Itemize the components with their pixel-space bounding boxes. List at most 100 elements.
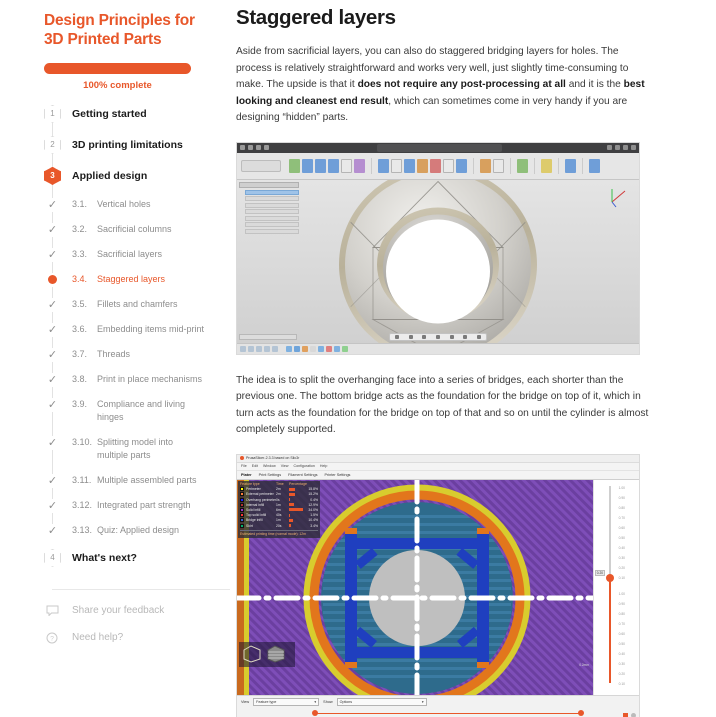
cad-timeline-bar[interactable] — [237, 342, 639, 354]
sketch-icon[interactable] — [289, 158, 300, 173]
menu-view[interactable]: View — [281, 464, 289, 468]
menu-help[interactable]: Help — [320, 464, 327, 468]
sidebar-item-3-13[interactable]: ✓ 3.13. Quiz: Applied design — [44, 523, 206, 538]
timeline-last-icon[interactable] — [272, 345, 278, 352]
timeline-feature-3[interactable] — [302, 345, 308, 352]
display-settings-icon[interactable] — [449, 334, 454, 339]
cad-browser-tree[interactable] — [239, 181, 299, 236]
timeline-prev-icon[interactable] — [248, 345, 254, 352]
filament-icon[interactable] — [623, 712, 628, 717]
legend-row[interactable]: Internal infill 1m 12.9% — [240, 502, 318, 507]
rigid-group-icon[interactable] — [493, 158, 504, 173]
tab-print-settings[interactable]: Print Settings — [259, 473, 282, 477]
legend-row[interactable]: Top solid infill 40s 1.5% — [240, 513, 318, 518]
show-select[interactable]: Options ▾ — [336, 698, 427, 707]
insert-mcmaster-icon[interactable] — [565, 158, 576, 173]
timeline-feature-8[interactable] — [342, 345, 348, 352]
timeline-play-icon[interactable] — [256, 345, 262, 352]
timeline-feature-5[interactable] — [318, 345, 324, 352]
sidebar-item-3-3[interactable]: ✓ 3.3. Sacrificial layers — [44, 247, 206, 262]
shell-icon[interactable] — [404, 158, 415, 173]
cad-document-tab[interactable] — [377, 143, 502, 152]
select-icon[interactable] — [589, 158, 600, 173]
sidebar-item-3-6[interactable]: ✓ 3.6. Embedding items mid-print — [44, 322, 206, 337]
layer-slider-track[interactable] — [609, 485, 611, 683]
help-icon[interactable] — [623, 144, 628, 150]
timeline-first-icon[interactable] — [240, 345, 246, 352]
browser-node-construction[interactable] — [245, 228, 299, 234]
legend-row[interactable]: Skirt 20s 3.4% — [240, 523, 318, 528]
browser-node-document-settings[interactable] — [245, 196, 299, 202]
zoom-icon[interactable] — [422, 334, 427, 339]
view-cube-icon[interactable] — [607, 186, 633, 208]
slicer-layer-slider-panel[interactable]: 0.20 1.00 0.90 0.80 0.70 0.60 0.50 0.40 … — [593, 479, 639, 695]
save-icon[interactable] — [248, 145, 253, 151]
figure-cad-screenshot[interactable] — [236, 141, 640, 355]
measure-icon[interactable] — [541, 158, 552, 173]
sidebar-section-getting-started[interactable]: 1 Getting started — [44, 105, 206, 123]
combine-icon[interactable] — [443, 158, 454, 173]
cad-view-navigation-bar[interactable] — [389, 332, 487, 341]
sidebar-section-applied-design[interactable]: 3 Applied design — [44, 167, 206, 185]
gear-icon[interactable] — [631, 713, 636, 717]
cad-comments-panel[interactable] — [239, 333, 297, 340]
menu-window[interactable]: Window — [263, 464, 276, 468]
loft-icon[interactable] — [341, 158, 352, 173]
sidebar-item-3-10[interactable]: ✓ 3.10. Splitting model into multiple pa… — [44, 435, 206, 463]
need-help-link[interactable]: ? Need help? — [44, 631, 206, 645]
timeline-next-icon[interactable] — [264, 345, 270, 352]
browser-node-origin[interactable] — [245, 209, 299, 215]
sweep-icon[interactable] — [328, 158, 339, 173]
orbit-icon[interactable] — [394, 334, 399, 339]
legend-row[interactable]: Bridge infill 1m 10.4% — [240, 518, 318, 523]
grid-snap-icon[interactable] — [463, 334, 468, 339]
timeline-feature-7[interactable] — [334, 345, 340, 352]
sidebar-item-3-9[interactable]: ✓ 3.9. Compliance and living hinges — [44, 397, 206, 425]
cad-workspace-selector[interactable] — [241, 159, 281, 172]
menu-file[interactable]: File — [241, 464, 247, 468]
tab-printer-settings[interactable]: Printer Settings — [325, 473, 351, 477]
tab-filament-settings[interactable]: Filament Settings — [288, 473, 317, 477]
browser-root-node[interactable] — [245, 189, 299, 195]
sidebar-section-3d-printing-limitations[interactable]: 2 3D printing limitations — [44, 136, 206, 154]
joint-icon[interactable] — [480, 158, 491, 173]
timeline-feature-2[interactable] — [294, 345, 300, 352]
sidebar-item-3-5[interactable]: ✓ 3.5. Fillets and chamfers — [44, 297, 206, 312]
viewports-icon[interactable] — [477, 334, 482, 339]
tab-plater[interactable]: Plater — [241, 473, 252, 477]
timeline-feature-1[interactable] — [286, 345, 292, 352]
figure-slicer-screenshot[interactable]: PrusaSlicer-2.3.3 based on Slic3r File E… — [236, 453, 640, 717]
browser-node-sketches[interactable] — [245, 222, 299, 228]
scale-icon[interactable] — [430, 158, 441, 173]
press-pull-icon[interactable] — [378, 158, 389, 173]
menu-configuration[interactable]: Configuration — [294, 464, 315, 468]
browser-node-bodies[interactable] — [245, 215, 299, 221]
moves-slider-thumb-right[interactable] — [578, 710, 584, 717]
fit-icon[interactable] — [435, 334, 440, 339]
timeline-feature-4[interactable] — [310, 345, 316, 352]
layer-slider-thumb[interactable] — [606, 574, 614, 583]
menu-edit[interactable]: Edit — [252, 464, 258, 468]
legend-row[interactable]: Overhang perimeter 0s 0.4% — [240, 497, 318, 502]
share-feedback-link[interactable]: Share your feedback — [44, 604, 206, 618]
pattern-icon[interactable] — [354, 158, 365, 173]
draft-icon[interactable] — [417, 158, 428, 173]
sidebar-item-3-1[interactable]: ✓ 3.1. Vertical holes — [44, 197, 206, 212]
legend-row[interactable]: Perimeter 2m 15.8% — [240, 487, 318, 492]
revolve-icon[interactable] — [315, 158, 326, 173]
sidebar-item-3-2[interactable]: ✓ 3.2. Sacrificial columns — [44, 222, 206, 237]
browser-node-named-views[interactable] — [245, 202, 299, 208]
window-close-icon[interactable] — [631, 144, 636, 150]
cube-outline-icon[interactable] — [242, 645, 262, 663]
cad-3d-viewport[interactable] — [237, 179, 639, 354]
sidebar-section-whats-next[interactable]: 4 What's next? — [44, 549, 206, 567]
account-icon[interactable] — [607, 144, 612, 150]
slicer-preview-canvas[interactable]: Feature type Time Percentage Perimeter 2… — [237, 479, 639, 695]
undo-icon[interactable] — [256, 145, 261, 151]
fillet-icon[interactable] — [391, 158, 402, 173]
legend-row[interactable]: Solid infill 6m 34.0% — [240, 507, 318, 512]
slicer-view-mode-toggles[interactable] — [239, 641, 295, 667]
timeline-feature-6[interactable] — [326, 345, 332, 352]
menu-icon[interactable] — [240, 145, 245, 151]
sidebar-item-3-12[interactable]: ✓ 3.12. Integrated part strength — [44, 498, 206, 513]
